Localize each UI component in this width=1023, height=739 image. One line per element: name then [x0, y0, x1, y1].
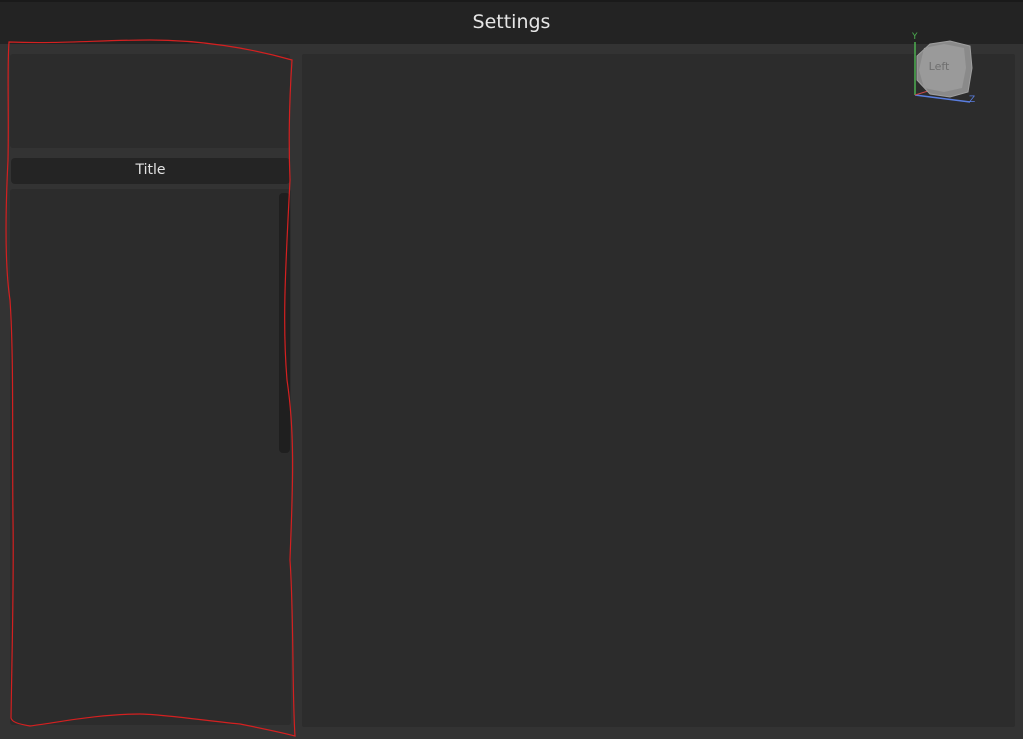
- settings-window: Settings Title Left Y Z: [0, 0, 1023, 739]
- left-list-scrollbar[interactable]: [279, 193, 290, 453]
- title-bar: Settings: [0, 0, 1023, 44]
- left-panel-header-title: Title: [135, 162, 166, 178]
- axis-z-label: Z: [969, 95, 976, 105]
- view-cube-gizmo[interactable]: Left Y Z: [900, 30, 990, 110]
- window-title: Settings: [472, 11, 551, 33]
- axis-y-label: Y: [912, 32, 918, 42]
- left-list-panel: [10, 189, 291, 725]
- view-cube-face-label: Left: [928, 60, 950, 73]
- scrollbar-thumb[interactable]: [279, 193, 290, 453]
- left-top-panel: [10, 54, 290, 148]
- main-content-area: [302, 54, 1015, 727]
- left-panel-header[interactable]: Title: [11, 158, 290, 184]
